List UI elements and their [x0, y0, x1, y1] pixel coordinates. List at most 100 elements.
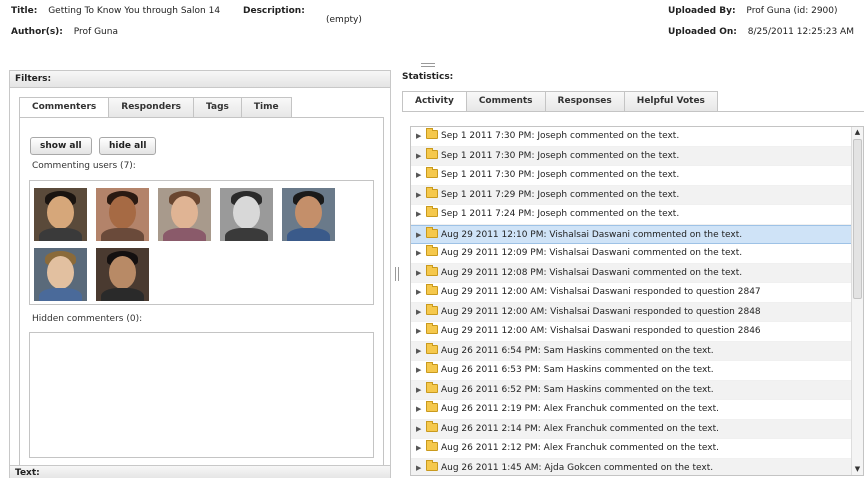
- folder-icon: [426, 303, 438, 315]
- expand-arrow-icon[interactable]: ▶: [416, 439, 424, 459]
- filter-tabs: Commenters Responders Tags Time: [19, 97, 292, 118]
- expand-arrow-icon[interactable]: ▶: [416, 381, 424, 401]
- activity-text: Aug 29 2011 12:10 PM: Vishalsai Daswani …: [441, 229, 743, 240]
- tab-comments[interactable]: Comments: [465, 91, 546, 111]
- document-header: Title: Getting To Know You through Salon…: [0, 0, 864, 48]
- uploaded-on-value: 8/25/2011 12:25:23 AM: [747, 27, 854, 37]
- title-row: Title: Getting To Know You through Salon…: [11, 6, 220, 16]
- description-label-row: Description:: [243, 6, 305, 16]
- expand-arrow-icon[interactable]: ▶: [416, 420, 424, 440]
- folder-icon: [426, 128, 438, 139]
- scroll-thumb[interactable]: [853, 139, 862, 299]
- uploaded-by-value: Prof Guna (id: 2900): [746, 6, 838, 16]
- folder-icon: [426, 264, 438, 276]
- authors-value: Prof Guna: [73, 27, 118, 37]
- tab-responders[interactable]: Responders: [108, 97, 195, 117]
- expand-arrow-icon[interactable]: ▶: [416, 400, 424, 420]
- activity-text: Aug 26 2011 6:52 PM: Sam Haskins comment…: [441, 384, 714, 395]
- description-label: Description:: [243, 6, 305, 16]
- activity-row[interactable]: ▶ Aug 26 2011 2:14 PM: Alex Franchuk comm…: [411, 419, 863, 440]
- horizontal-splitter-handle[interactable]: [421, 63, 435, 67]
- filters-panel: Filters: Commenters Responders Tags Time…: [9, 70, 391, 478]
- activity-row[interactable]: ▶ Aug 29 2011 12:08 PM: Vishalsai Daswani…: [411, 263, 863, 284]
- folder-icon: [426, 147, 438, 159]
- expand-arrow-icon[interactable]: ▶: [416, 127, 424, 147]
- activity-row[interactable]: ▶ Aug 29 2011 12:00 AM: Vishalsai Daswani…: [411, 302, 863, 323]
- expand-arrow-icon[interactable]: ▶: [416, 459, 424, 476]
- folder-icon: [426, 420, 438, 432]
- activity-row[interactable]: ▶ Aug 26 2011 2:19 PM: Alex Franchuk comm…: [411, 400, 863, 420]
- folder-icon: [426, 381, 438, 393]
- activity-row[interactable]: ▶ Aug 26 2011 6:52 PM: Sam Haskins commen…: [411, 380, 863, 401]
- folder-icon: [426, 206, 438, 217]
- activity-row[interactable]: ▶ Aug 29 2011 12:10 PM: Vishalsai Daswani…: [411, 224, 863, 246]
- expand-arrow-icon[interactable]: ▶: [416, 322, 424, 342]
- commenter-avatar-grid: [29, 180, 374, 305]
- activity-text: Aug 29 2011 12:00 AM: Vishalsai Daswani …: [441, 326, 761, 336]
- statistics-tabs: Activity Comments Responses Helpful Vote…: [402, 91, 718, 112]
- activity-text: Aug 26 2011 2:14 PM: Alex Franchuk comme…: [441, 423, 719, 434]
- activity-text: Aug 26 2011 6:53 PM: Sam Haskins comment…: [441, 365, 714, 375]
- folder-icon: [426, 342, 438, 354]
- commenters-tab-body: show all hide all Commenting users (7):: [19, 117, 384, 467]
- activity-text: Sep 1 2011 7:24 PM: Joseph commented on …: [441, 209, 680, 219]
- expand-arrow-icon[interactable]: ▶: [416, 303, 424, 323]
- activity-row[interactable]: ▶ Aug 26 2011 1:45 AM: Ajda Gokcen commen…: [411, 458, 863, 476]
- folder-icon: [426, 284, 438, 295]
- tab-time[interactable]: Time: [240, 97, 292, 117]
- expand-arrow-icon[interactable]: ▶: [416, 361, 424, 381]
- avatar[interactable]: [34, 188, 87, 241]
- folder-icon: [426, 440, 438, 451]
- expand-arrow-icon[interactable]: ▶: [416, 283, 424, 303]
- avatar[interactable]: [96, 188, 149, 241]
- activity-row[interactable]: ▶ Sep 1 2011 7:24 PM: Joseph commented on…: [411, 205, 863, 225]
- activity-row[interactable]: ▶ Sep 1 2011 7:30 PM: Joseph commented on…: [411, 146, 863, 167]
- tab-tags[interactable]: Tags: [193, 97, 242, 117]
- hide-all-button[interactable]: hide all: [99, 137, 157, 155]
- avatar[interactable]: [282, 188, 335, 241]
- activity-row[interactable]: ▶ Aug 26 2011 6:53 PM: Sam Haskins commen…: [411, 361, 863, 381]
- avatar[interactable]: [158, 188, 211, 241]
- activity-row[interactable]: ▶ Aug 26 2011 6:54 PM: Sam Haskins commen…: [411, 341, 863, 362]
- expand-arrow-icon[interactable]: ▶: [416, 186, 424, 206]
- tab-responses[interactable]: Responses: [544, 91, 625, 111]
- activity-text: Aug 26 2011 6:54 PM: Sam Haskins comment…: [441, 345, 714, 356]
- uploaded-on-label: Uploaded On:: [668, 27, 737, 37]
- activity-row[interactable]: ▶ Aug 29 2011 12:00 AM: Vishalsai Daswani…: [411, 283, 863, 303]
- folder-icon: [426, 401, 438, 412]
- folder-icon: [426, 167, 438, 178]
- vertical-splitter-handle[interactable]: [395, 267, 399, 281]
- avatar[interactable]: [220, 188, 273, 241]
- expand-arrow-icon[interactable]: ▶: [416, 264, 424, 284]
- tab-activity[interactable]: Activity: [402, 91, 467, 112]
- description-value: (empty): [326, 15, 362, 25]
- activity-text: Aug 26 2011 2:19 PM: Alex Franchuk comme…: [441, 404, 719, 414]
- activity-row[interactable]: ▶ Sep 1 2011 7:30 PM: Joseph commented on…: [411, 127, 863, 147]
- expand-arrow-icon[interactable]: ▶: [416, 205, 424, 225]
- avatar[interactable]: [96, 248, 149, 301]
- scroll-up-arrow-icon[interactable]: ▲: [852, 127, 863, 138]
- activity-row[interactable]: ▶ Sep 1 2011 7:30 PM: Joseph commented on…: [411, 166, 863, 186]
- activity-text: Sep 1 2011 7:30 PM: Joseph commented on …: [441, 170, 680, 180]
- activity-row[interactable]: ▶ Aug 29 2011 12:09 PM: Vishalsai Daswani…: [411, 244, 863, 264]
- activity-row[interactable]: ▶ Aug 26 2011 2:12 PM: Alex Franchuk comm…: [411, 439, 863, 459]
- tab-commenters[interactable]: Commenters: [19, 97, 110, 118]
- activity-text: Aug 29 2011 12:00 AM: Vishalsai Daswani …: [441, 287, 761, 297]
- uploaded-by-label: Uploaded By:: [668, 6, 736, 16]
- activity-row[interactable]: ▶ Sep 1 2011 7:29 PM: Joseph commented on…: [411, 185, 863, 206]
- tab-helpful-votes[interactable]: Helpful Votes: [623, 91, 718, 111]
- activity-scrollbar[interactable]: ▲ ▼: [851, 127, 863, 475]
- commenting-users-label: Commenting users (7):: [32, 161, 136, 171]
- statistics-title: Statistics:: [402, 72, 454, 82]
- expand-arrow-icon[interactable]: ▶: [416, 147, 424, 167]
- scroll-down-arrow-icon[interactable]: ▼: [852, 464, 863, 475]
- activity-text: Aug 29 2011 12:08 PM: Vishalsai Daswani …: [441, 267, 743, 278]
- expand-arrow-icon[interactable]: ▶: [416, 342, 424, 362]
- avatar[interactable]: [34, 248, 87, 301]
- expand-arrow-icon[interactable]: ▶: [416, 244, 424, 264]
- uploaded-by-row: Uploaded By: Prof Guna (id: 2900): [668, 6, 838, 16]
- activity-row[interactable]: ▶ Aug 29 2011 12:00 AM: Vishalsai Daswani…: [411, 322, 863, 342]
- show-all-button[interactable]: show all: [30, 137, 92, 155]
- expand-arrow-icon[interactable]: ▶: [416, 166, 424, 186]
- expand-arrow-icon[interactable]: ▶: [416, 226, 424, 246]
